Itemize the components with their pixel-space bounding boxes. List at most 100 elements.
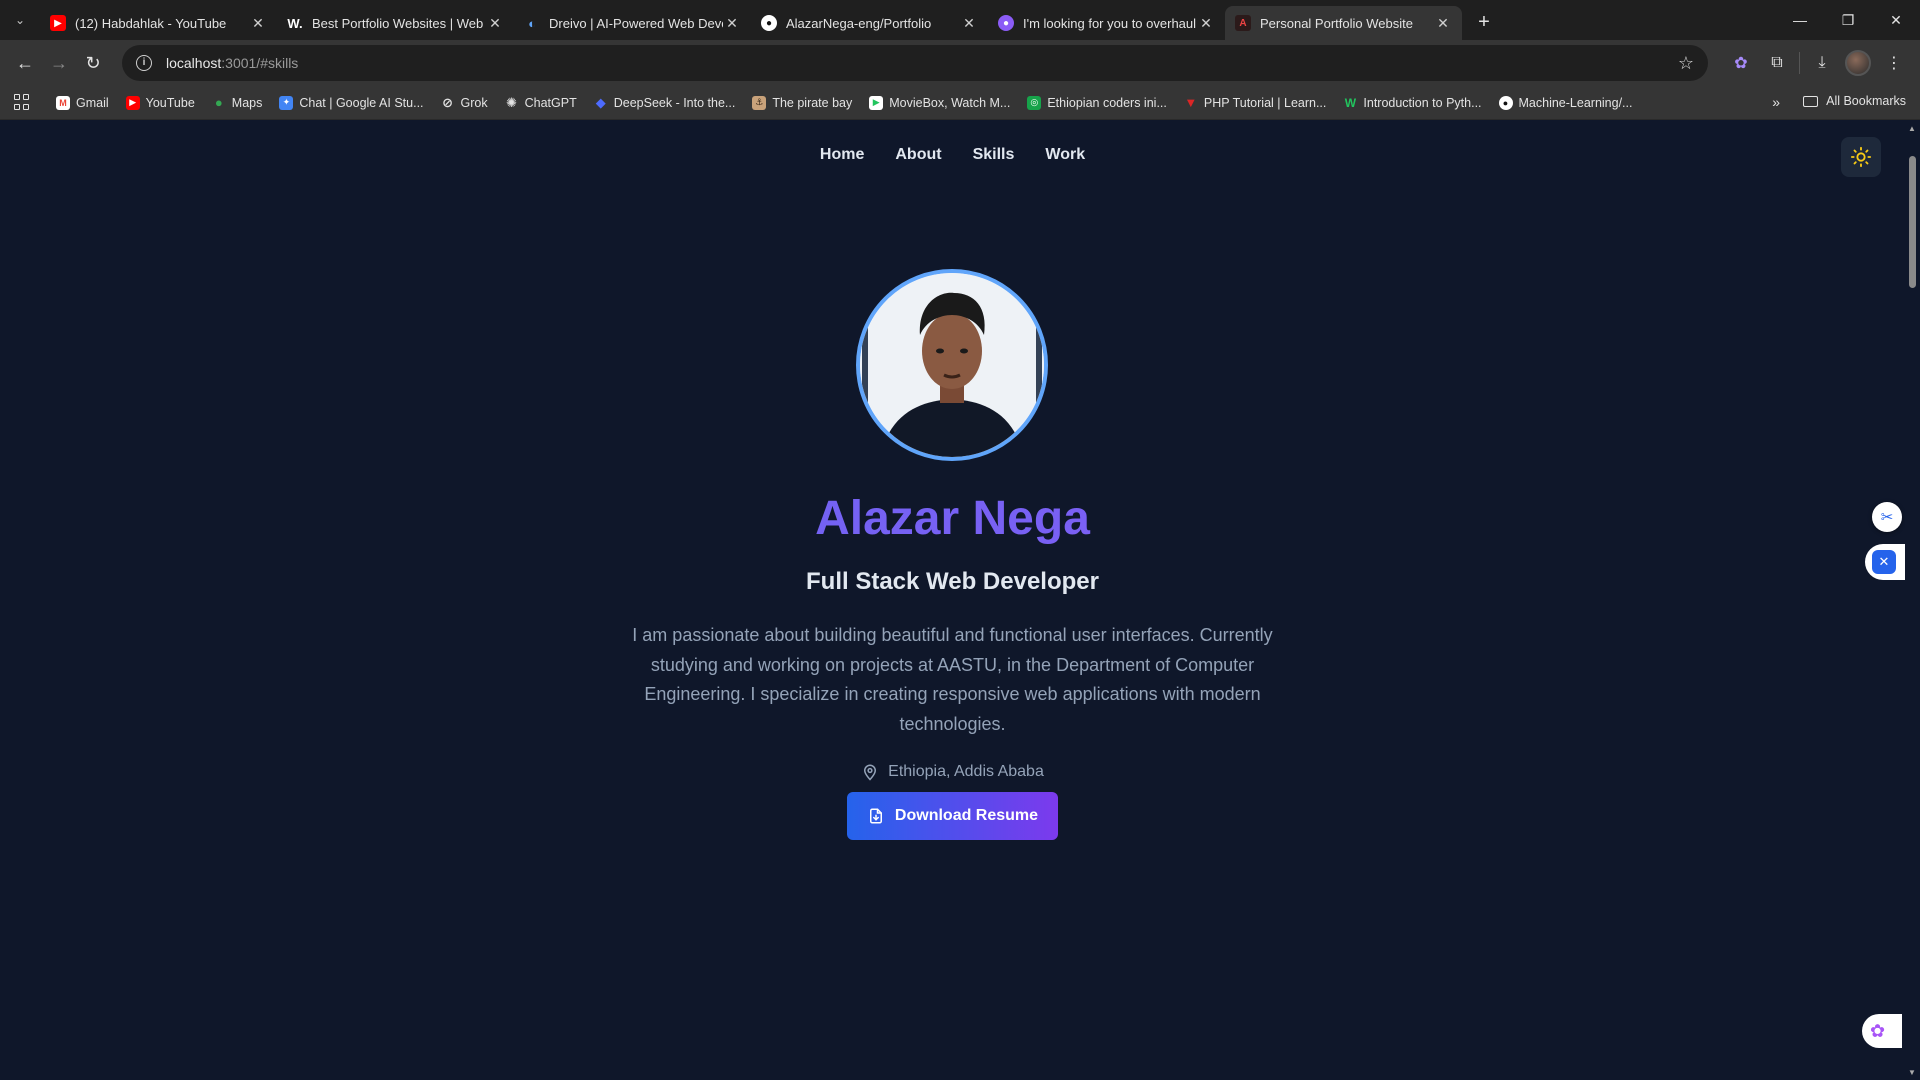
nav-link-work[interactable]: Work xyxy=(1045,146,1085,164)
all-bookmarks-button[interactable]: All Bookmarks xyxy=(1803,94,1906,108)
extension-side-tab[interactable]: ✕ xyxy=(1865,544,1905,580)
bookmark-item[interactable]: ⚓ The pirate bay xyxy=(752,95,852,110)
location: Ethiopia, Addis Ababa xyxy=(0,763,1905,781)
minimize-icon[interactable]: — xyxy=(1776,0,1824,40)
browser-toolbar: ← → ↻ i localhost:3001/#skills ☆ ✿ ⧉ ⤓ ⋮ xyxy=(0,40,1920,86)
forward-icon[interactable]: → xyxy=(42,46,76,80)
scroll-up-icon[interactable]: ▲ xyxy=(1908,124,1916,133)
download-resume-button[interactable]: Download Resume xyxy=(847,792,1058,840)
page-scrollbar[interactable]: ▲ ▼ xyxy=(1905,121,1920,1080)
google-ai-studio-icon: ✦ xyxy=(279,95,294,110)
nav-link-home[interactable]: Home xyxy=(820,146,864,164)
scissors-icon: ✂ xyxy=(1880,509,1894,526)
bookmark-item[interactable]: ▼ PHP Tutorial | Learn... xyxy=(1184,95,1326,110)
sun-icon xyxy=(1850,146,1872,168)
bookmarks-bar: M Gmail ▶ YouTube ● Maps ✦ Chat | Google AI … xyxy=(0,86,1920,120)
bookmark-label: Ethiopian coders ini... xyxy=(1047,95,1167,110)
extension-brain-icon[interactable]: ✿ xyxy=(1723,45,1759,81)
bookmark-item[interactable]: W Introduction to Pyth... xyxy=(1343,95,1482,110)
profile-photo xyxy=(856,269,1048,461)
browser-tab[interactable]: ▶ (12) Habdahlak - YouTube ✕ xyxy=(40,6,277,40)
bookmark-label: MovieBox, Watch M... xyxy=(889,95,1011,110)
close-window-icon[interactable]: ✕ xyxy=(1872,0,1920,40)
tab-title: Personal Portfolio Website xyxy=(1260,15,1413,31)
location-pin-icon xyxy=(864,764,877,781)
site-info-icon[interactable]: i xyxy=(136,55,152,71)
browser-tab[interactable]: ● I'm looking for you to overhaul ✕ xyxy=(988,6,1225,40)
bot-icon: ● xyxy=(998,15,1014,31)
scrollbar-thumb[interactable] xyxy=(1909,156,1916,288)
bookmark-item[interactable]: ✺ ChatGPT xyxy=(505,94,577,110)
tab-strip: ⌄ ▶ (12) Habdahlak - YouTube ✕ W. Best P… xyxy=(0,0,1920,40)
extensions-puzzle-icon[interactable]: ⧉ xyxy=(1759,45,1795,81)
download-resume-label: Download Resume xyxy=(894,807,1039,824)
file-download-icon xyxy=(869,808,882,824)
bookmark-item[interactable]: ◎ Ethiopian coders ini... xyxy=(1027,95,1167,110)
bookmark-label: DeepSeek - Into the... xyxy=(613,95,736,110)
bookmark-item[interactable]: ▶ YouTube xyxy=(125,95,195,110)
theme-toggle-button[interactable] xyxy=(1841,137,1881,177)
profile-avatar[interactable] xyxy=(1840,45,1876,81)
more-bookmarks-chevron-icon[interactable]: » xyxy=(1772,94,1780,110)
new-tab-button[interactable]: + xyxy=(1468,6,1500,38)
bookmark-item[interactable]: ✦ Chat | Google AI Stu... xyxy=(279,95,424,110)
browser-tab[interactable]: ● AlazarNega-eng/Portfolio ✕ xyxy=(751,6,988,40)
bookmark-item[interactable]: ⊘ Grok xyxy=(441,95,488,110)
nav-link-skills[interactable]: Skills xyxy=(973,146,1015,164)
tab-close-icon[interactable]: ✕ xyxy=(723,14,741,32)
github-icon: ● xyxy=(1498,95,1513,110)
download-icon[interactable]: ⤓ xyxy=(1804,45,1840,81)
reload-icon[interactable]: ↻ xyxy=(76,46,110,80)
pirate-bay-icon: ⚓ xyxy=(752,95,767,110)
browser-tab-active[interactable]: A Personal Portfolio Website ✕ xyxy=(1225,6,1462,40)
browser-tab[interactable]: W. Best Portfolio Websites | Web D ✕ xyxy=(277,6,514,40)
bookmark-item[interactable]: ● Maps xyxy=(212,95,263,110)
tab-close-icon[interactable]: ✕ xyxy=(486,14,504,32)
site-icon: A xyxy=(1235,15,1251,31)
toolbar-divider xyxy=(1799,52,1800,74)
youtube-icon: ▶ xyxy=(125,95,140,110)
restore-icon[interactable]: ❐ xyxy=(1824,0,1872,40)
url-host: localhost xyxy=(166,55,222,71)
extension-x-icon: ✕ xyxy=(1872,550,1896,574)
extension-scissors-button[interactable]: ✂ xyxy=(1872,502,1902,532)
apps-grid-icon[interactable] xyxy=(14,93,32,112)
toolbar-actions: ✿ ⧉ ⤓ ⋮ xyxy=(1723,45,1912,81)
all-bookmarks-label: All Bookmarks xyxy=(1826,94,1906,108)
url-path: :3001/#skills xyxy=(221,55,299,71)
hero-role: Full Stack Web Developer xyxy=(806,568,1099,595)
browser-tab[interactable]: ◐ Dreivo | AI-Powered Web Devel ✕ xyxy=(514,6,751,40)
tab-close-icon[interactable]: ✕ xyxy=(1197,14,1215,32)
dreivo-icon: ◐ xyxy=(528,15,536,31)
bookmark-label: Chat | Google AI Stu... xyxy=(299,95,424,110)
bookmark-item[interactable]: M Gmail xyxy=(56,95,109,110)
bookmark-item[interactable]: ▶ MovieBox, Watch M... xyxy=(869,95,1011,110)
gmail-icon: M xyxy=(56,95,70,110)
bookmark-item[interactable]: ● Machine-Learning/... xyxy=(1498,95,1633,110)
back-icon[interactable]: ← xyxy=(8,46,42,80)
bookmark-star-icon[interactable]: ☆ xyxy=(1678,53,1694,74)
address-bar[interactable]: i localhost:3001/#skills ☆ xyxy=(122,45,1708,81)
profile-photo-illustration xyxy=(860,273,1044,457)
tab-title: (12) Habdahlak - YouTube xyxy=(75,15,227,31)
tab-close-icon[interactable]: ✕ xyxy=(960,14,978,32)
deepseek-icon: ◆ xyxy=(595,94,606,110)
tab-close-icon[interactable]: ✕ xyxy=(249,14,267,32)
tab-title: I'm looking for you to overhaul xyxy=(1023,15,1197,31)
folder-icon xyxy=(1803,95,1819,107)
bookmark-label: Introduction to Pyth... xyxy=(1363,95,1482,110)
extension-brain-widget[interactable]: ✿ xyxy=(1862,1014,1902,1048)
github-icon: ● xyxy=(761,15,777,31)
tab-close-icon[interactable]: ✕ xyxy=(1434,14,1452,32)
nav-link-about[interactable]: About xyxy=(895,146,941,164)
tab-title: AlazarNega-eng/Portfolio xyxy=(786,15,932,31)
menu-kebab-icon[interactable]: ⋮ xyxy=(1876,45,1912,81)
bookmark-item[interactable]: ◆ DeepSeek - Into the... xyxy=(594,94,736,110)
bookmark-label: Grok xyxy=(460,95,488,110)
scroll-down-icon[interactable]: ▼ xyxy=(1908,1068,1916,1077)
tab-search-chevron-icon[interactable]: ⌄ xyxy=(0,0,40,40)
portfolio-page: Home About Skills Work Alazar Nega Full … xyxy=(0,121,1905,1080)
bookmark-label: Machine-Learning/... xyxy=(1518,95,1633,110)
maps-pin-icon: ● xyxy=(214,95,223,110)
chatgpt-icon: ✺ xyxy=(506,94,518,110)
